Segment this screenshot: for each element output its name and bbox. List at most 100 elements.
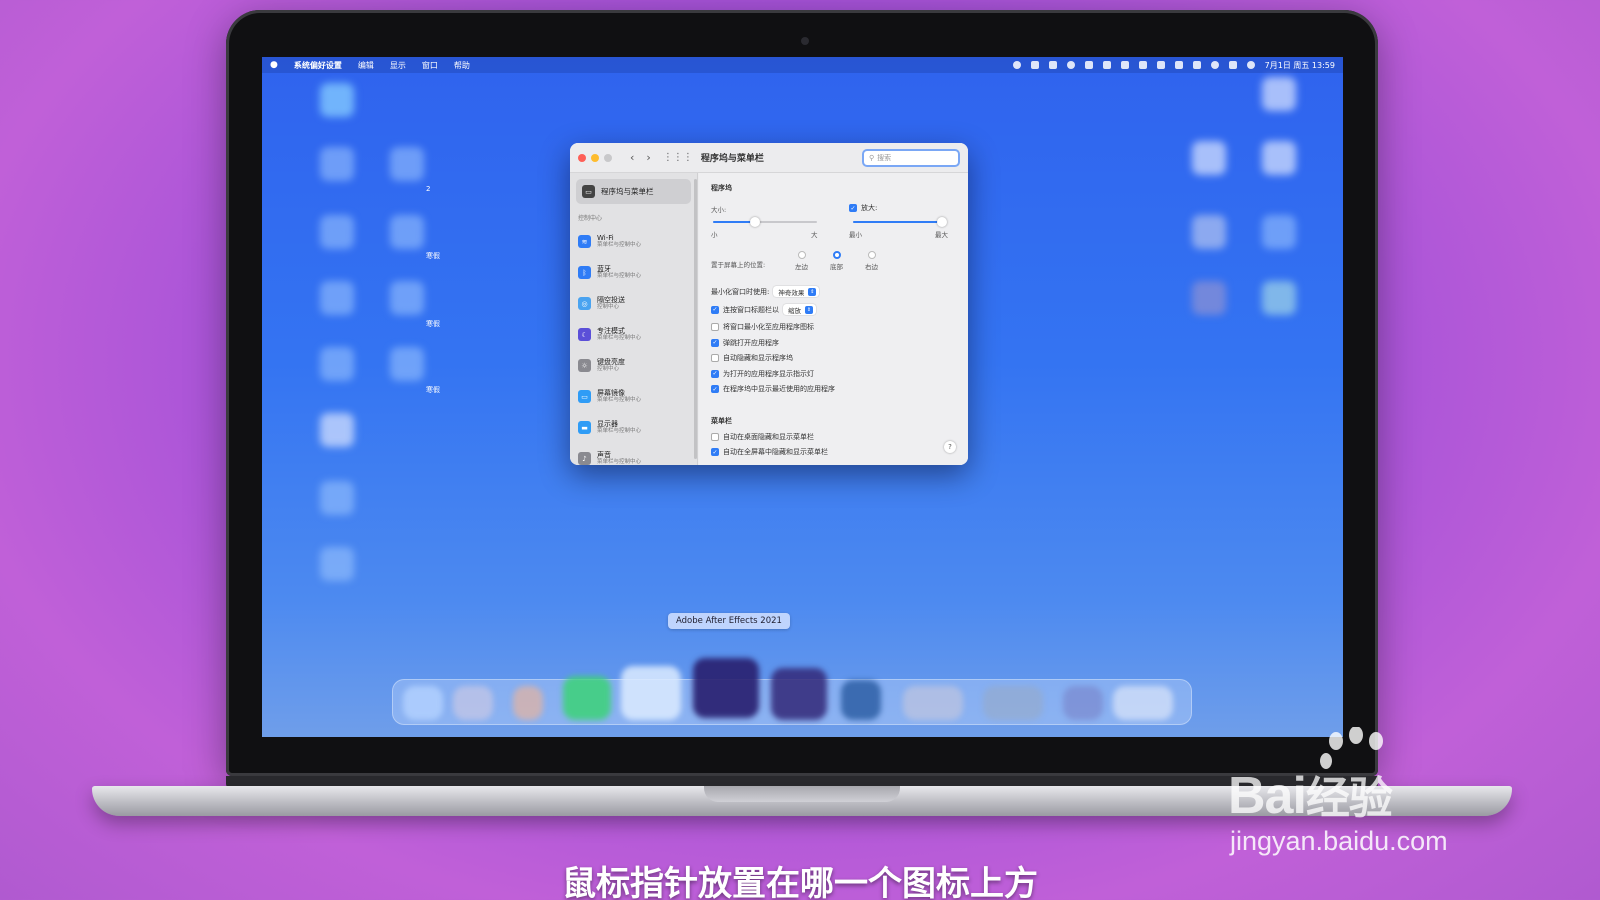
desktop-file-icon[interactable]: [1262, 77, 1296, 111]
volume-icon[interactable]: [1120, 61, 1129, 69]
dock-app-icon[interactable]: [453, 686, 493, 720]
menubar-option-row[interactable]: ✓ 自动在全屏幕中隐藏和显示菜单栏: [711, 447, 828, 457]
sidebar-item[interactable]: ◎ 隔空投送 控制中心: [576, 288, 691, 319]
record-icon[interactable]: [1066, 61, 1075, 69]
zoom-button[interactable]: [604, 153, 612, 162]
display-menu-icon[interactable]: [1174, 61, 1183, 69]
sidebar-item[interactable]: ♪ 声音 菜单栏与控制中心: [576, 443, 691, 465]
size-slider[interactable]: [713, 217, 817, 227]
dock-app-icon[interactable]: [771, 668, 827, 720]
menubar-option-row[interactable]: 自动在桌面隐藏和显示菜单栏: [711, 432, 814, 442]
desktop-file-icon[interactable]: [390, 215, 424, 249]
menubar-option-checkbox[interactable]: [711, 433, 719, 441]
search-input[interactable]: ⚲ 搜索: [862, 148, 960, 167]
desktop-file-icon[interactable]: [320, 481, 354, 515]
dock-app-icon[interactable]: [1113, 686, 1173, 720]
menu-help[interactable]: 帮助: [454, 60, 470, 71]
magnify-slider[interactable]: [853, 217, 948, 227]
help-button[interactable]: ?: [944, 441, 956, 453]
menu-window[interactable]: 窗口: [422, 60, 438, 71]
battery-icon[interactable]: [1138, 61, 1147, 69]
dock-app-icon[interactable]: [1063, 686, 1103, 720]
window-titlebar[interactable]: ‹ › ⋮⋮⋮ 程序坞与菜单栏 ⚲ 搜索: [570, 143, 968, 173]
app-icon[interactable]: [1084, 61, 1093, 69]
dock-app-icon[interactable]: [983, 686, 1043, 720]
desktop-file-icon[interactable]: [320, 347, 354, 381]
desktop-file-icon[interactable]: [390, 147, 424, 181]
minimize-effect-select[interactable]: 神奇效果 ⇕: [773, 286, 820, 297]
menu-app-name[interactable]: 系统偏好设置: [294, 60, 342, 71]
show-all-grid-icon[interactable]: ⋮⋮⋮: [663, 152, 693, 163]
magnify-checkbox[interactable]: ✓: [849, 204, 857, 212]
sidebar-item[interactable]: ☾ 专注模式 菜单栏与控制中心: [576, 319, 691, 350]
dock-option-row[interactable]: 将窗口最小化至应用程序图标: [711, 322, 814, 332]
dock-option-row[interactable]: ✓ 为打开的应用程序显示指示灯: [711, 369, 814, 379]
menu-view[interactable]: 显示: [390, 60, 406, 71]
menubar-option-checkbox[interactable]: ✓: [711, 448, 719, 456]
radio-bottom[interactable]: [832, 251, 841, 259]
desktop-file-icon[interactable]: [390, 347, 424, 381]
sidebar-scrollbar[interactable]: [694, 179, 697, 459]
position-left[interactable]: 左边: [795, 251, 808, 271]
size-slider-knob[interactable]: [749, 217, 760, 227]
siri-icon[interactable]: [1246, 61, 1255, 69]
position-bottom[interactable]: 底部: [830, 251, 843, 271]
after-effects-icon[interactable]: [693, 658, 759, 718]
dock-option-row[interactable]: ✓ 在程序坞中显示最近使用的应用程序: [711, 384, 835, 394]
sidebar-item[interactable]: ▭ 屏幕镜像 菜单栏与控制中心: [576, 381, 691, 412]
dock-option-row[interactable]: 自动隐藏和显示程序坞: [711, 353, 793, 363]
dock-option-checkbox[interactable]: ✓: [711, 338, 719, 347]
control-center-icon[interactable]: [1228, 61, 1237, 69]
position-right[interactable]: 右边: [865, 251, 878, 271]
desktop-file-icon[interactable]: [1192, 141, 1226, 175]
close-button[interactable]: [578, 153, 586, 162]
spotlight-icon[interactable]: [1210, 61, 1219, 69]
desktop-file-icon[interactable]: [320, 547, 354, 581]
desktop-file-icon[interactable]: [320, 281, 354, 315]
dock-app-icon[interactable]: [513, 686, 543, 720]
desktop-file-icon[interactable]: [390, 281, 424, 315]
sidebar-item[interactable]: ≋ Wi-Fi 菜单栏与控制中心: [576, 226, 691, 257]
menu-edit[interactable]: 编辑: [358, 60, 374, 71]
sidebar-item[interactable]: ☼ 键盘亮度 控制中心: [576, 350, 691, 381]
desktop-file-icon[interactable]: [320, 413, 354, 447]
minimize-button[interactable]: [591, 153, 599, 162]
apple-menu-icon[interactable]: ●: [270, 60, 278, 70]
dock-app-icon[interactable]: [403, 686, 443, 720]
menu-datetime[interactable]: 7月1日 周五 13:59: [1265, 60, 1335, 71]
text-icon[interactable]: [1048, 61, 1057, 69]
dock-option-checkbox[interactable]: [711, 323, 719, 331]
desktop-file-icon[interactable]: [320, 215, 354, 249]
desktop-folder-icon[interactable]: [320, 83, 354, 117]
sidebar-item-dock-menubar[interactable]: ▭ 程序坞与菜单栏: [576, 179, 691, 204]
desktop-file-icon[interactable]: [1192, 281, 1226, 315]
wifi-menu-icon[interactable]: [1156, 61, 1165, 69]
magnify-slider-knob[interactable]: [937, 217, 948, 227]
notification-icon[interactable]: [1030, 61, 1039, 69]
dock-app-icon[interactable]: [621, 666, 681, 720]
desktop-file-icon[interactable]: [1262, 141, 1296, 175]
dblclick-select[interactable]: 缩放 ⇕: [783, 304, 816, 315]
back-icon[interactable]: ‹: [630, 151, 634, 164]
status-icon[interactable]: [1012, 61, 1021, 69]
bluetooth-menu-icon[interactable]: [1102, 61, 1111, 69]
dock-option-checkbox[interactable]: ✓: [711, 369, 719, 378]
dblclick-checkbox[interactable]: ✓: [711, 305, 719, 314]
desktop-file-icon[interactable]: [320, 147, 354, 181]
forward-icon[interactable]: ›: [646, 151, 650, 164]
dock-option-checkbox[interactable]: [711, 354, 719, 362]
desktop-file-icon[interactable]: [1262, 281, 1296, 315]
radio-left[interactable]: [797, 251, 806, 259]
keyboard-icon[interactable]: [1192, 61, 1201, 69]
dock-option-row[interactable]: ✓ 弹跳打开应用程序: [711, 338, 779, 348]
radio-right[interactable]: [867, 251, 876, 259]
dock-app-icon[interactable]: [841, 680, 881, 720]
desktop-file-icon[interactable]: [1262, 215, 1296, 249]
desktop-file-icon[interactable]: [1192, 215, 1226, 249]
sidebar-item[interactable]: ᛒ 蓝牙 菜单栏与控制中心: [576, 257, 691, 288]
magnify-toggle[interactable]: ✓ 放大:: [849, 203, 877, 213]
sidebar-item[interactable]: ▬ 显示器 菜单栏与控制中心: [576, 412, 691, 443]
dock-app-icon[interactable]: [563, 676, 611, 720]
dock-option-checkbox[interactable]: ✓: [711, 385, 719, 393]
dock-app-icon[interactable]: [903, 686, 963, 720]
